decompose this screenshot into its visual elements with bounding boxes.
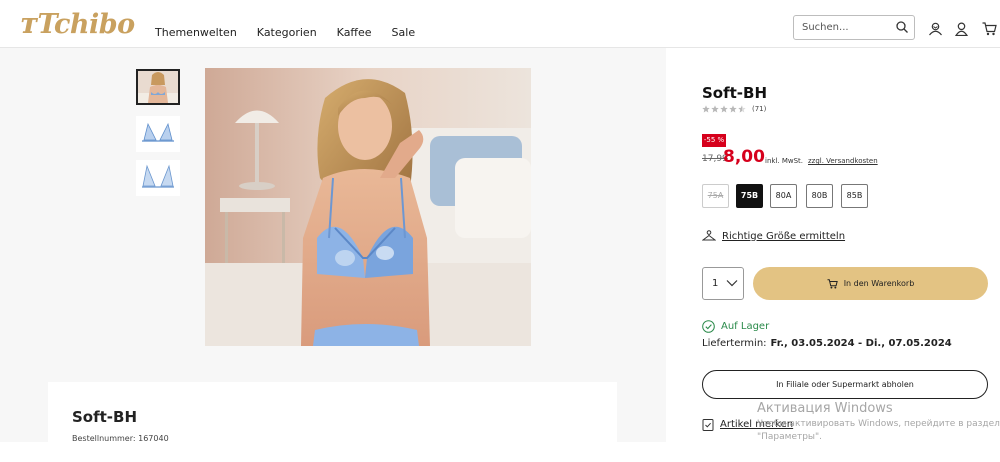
- product-info-card: Soft-BH Bestellnummer: 167040: [48, 382, 617, 462]
- check-circle-icon: [702, 320, 715, 333]
- search-box: [793, 15, 915, 40]
- delivery-label: Liefertermin:: [702, 338, 767, 349]
- product-photo: [205, 68, 531, 346]
- size-guide-label: Richtige Größe ermitteln: [722, 230, 846, 242]
- windows-activation-title: Активация Windows: [757, 401, 893, 416]
- discount-badge: -55 %: [702, 134, 726, 147]
- windows-activation-line: "Параметры".: [757, 432, 823, 442]
- nav-kaffee[interactable]: Kaffee: [337, 26, 372, 39]
- member-icon[interactable]: [928, 22, 943, 36]
- add-to-cart-label: In den Warenkorb: [843, 279, 915, 288]
- tchibo-logo[interactable]: ᴛTchibo: [20, 6, 135, 40]
- account-icon[interactable]: [955, 22, 968, 36]
- delivery-dates: Fr., 03.05.2024 - Di., 07.05.2024: [770, 338, 952, 349]
- size-option-80a[interactable]: 80A: [770, 184, 797, 208]
- thumbnail-1[interactable]: [136, 69, 180, 105]
- nav-sale[interactable]: Sale: [392, 26, 416, 39]
- sale-price: 8,00: [723, 147, 765, 167]
- clipboard-check-icon: [702, 419, 714, 431]
- windows-activation-text: Чтобы активировать Windows, перейдите в …: [757, 418, 1000, 444]
- chevron-down-icon: [726, 280, 738, 287]
- star-icon: [702, 105, 710, 113]
- vat-note: inkl. MwSt.: [765, 157, 804, 165]
- stock-label: Auf Lager: [721, 321, 770, 332]
- logo-text: Tchibo: [37, 9, 135, 40]
- site-header: ᴛTchibo Themenwelten Kategorien Kaffee S…: [0, 0, 1000, 48]
- star-icon: [720, 105, 728, 113]
- cart-icon[interactable]: [982, 22, 997, 36]
- product-title: Soft-BH: [702, 84, 768, 102]
- quantity-value: 1: [712, 278, 719, 289]
- size-option-85b[interactable]: 85B: [841, 184, 868, 208]
- size-option-80b[interactable]: 80B: [806, 184, 833, 208]
- store-pickup-button[interactable]: In Filiale oder Supermarkt abholen: [702, 370, 988, 399]
- size-guide-link[interactable]: Richtige Größe ermitteln: [702, 230, 845, 242]
- rating-stars[interactable]: (71): [702, 105, 766, 113]
- logo-mark: ᴛ: [20, 6, 38, 40]
- star-half-icon: [738, 105, 746, 113]
- thumbnail-bra-back-image: [136, 160, 180, 196]
- star-icon: [711, 105, 719, 113]
- thumbnail-model-image: [138, 71, 178, 103]
- search-icon[interactable]: [896, 21, 908, 33]
- main-product-image[interactable]: [205, 68, 531, 346]
- nav-themenwelten[interactable]: Themenwelten: [155, 26, 237, 39]
- thumbnail-2[interactable]: [136, 116, 180, 152]
- size-option-75b[interactable]: 75B: [736, 184, 763, 208]
- stock-status: Auf Lager: [702, 320, 769, 333]
- delivery-info: Liefertermin: Fr., 03.05.2024 - Di., 07.0…: [702, 338, 952, 349]
- size-option-75a[interactable]: 75A: [702, 184, 729, 208]
- hanger-icon: [702, 230, 716, 241]
- quantity-select[interactable]: 1: [702, 267, 744, 300]
- thumbnail-bra-front-image: [136, 116, 180, 152]
- windows-activation-line: Чтобы активировать Windows, перейдите в …: [757, 419, 1000, 429]
- search-input[interactable]: [802, 19, 887, 36]
- cart-icon: [827, 278, 838, 288]
- rating-count: (71): [752, 105, 767, 113]
- star-icon: [729, 105, 737, 113]
- shipping-costs-link[interactable]: zzgl. Versandkosten: [808, 157, 878, 165]
- main-nav: Themenwelten Kategorien Kaffee Sale: [155, 26, 415, 39]
- add-to-cart-button[interactable]: In den Warenkorb: [753, 267, 988, 300]
- thumbnail-3[interactable]: [136, 160, 180, 196]
- card-title: Soft-BH: [72, 408, 138, 426]
- nav-kategorien[interactable]: Kategorien: [257, 26, 317, 39]
